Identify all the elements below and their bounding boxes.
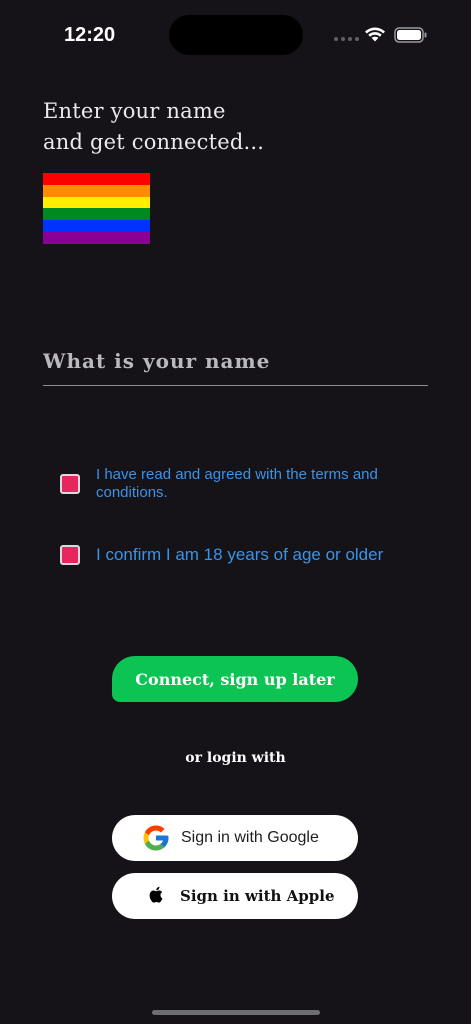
apple-icon [149,886,163,903]
rainbow-flag-icon [43,173,150,244]
title-line-1: Enter your name [43,99,226,123]
flag-stripe [43,196,150,209]
status-bar: 12:20 [0,0,471,70]
terms-checkbox[interactable] [60,474,80,494]
age-checkbox[interactable] [60,545,80,565]
name-field[interactable] [43,341,428,386]
flag-stripe [43,208,150,221]
terms-checkbox-row[interactable]: I have read and agreed with the terms an… [60,466,416,502]
google-signin-label: Sign in with Google [181,829,319,846]
wifi-icon [365,27,385,42]
name-input[interactable] [43,341,428,381]
connect-button[interactable]: Connect, sign up later [112,656,358,702]
dynamic-island [169,15,303,55]
cellular-signal-icon [334,37,359,41]
flag-stripe [43,232,150,244]
battery-icon [394,27,427,43]
title-line-2: and get connected... [43,130,265,154]
or-login-text: or login with [185,750,286,766]
home-indicator [152,1010,320,1015]
google-signin-button[interactable]: Sign in with Google [112,815,358,861]
terms-label[interactable]: I have read and agreed with the terms an… [96,466,416,502]
apple-signin-button[interactable]: Sign in with Apple [112,873,358,919]
age-checkbox-row[interactable]: I confirm I am 18 years of age or older [60,545,383,565]
page-title: Enter your name and get connected... [43,96,264,158]
flag-stripe [43,220,150,233]
apple-signin-label: Sign in with Apple [180,887,335,905]
google-icon [143,825,169,851]
age-label[interactable]: I confirm I am 18 years of age or older [96,545,383,565]
status-time: 12:20 [64,24,116,46]
flag-stripe [43,184,150,197]
flag-stripe [43,173,150,185]
